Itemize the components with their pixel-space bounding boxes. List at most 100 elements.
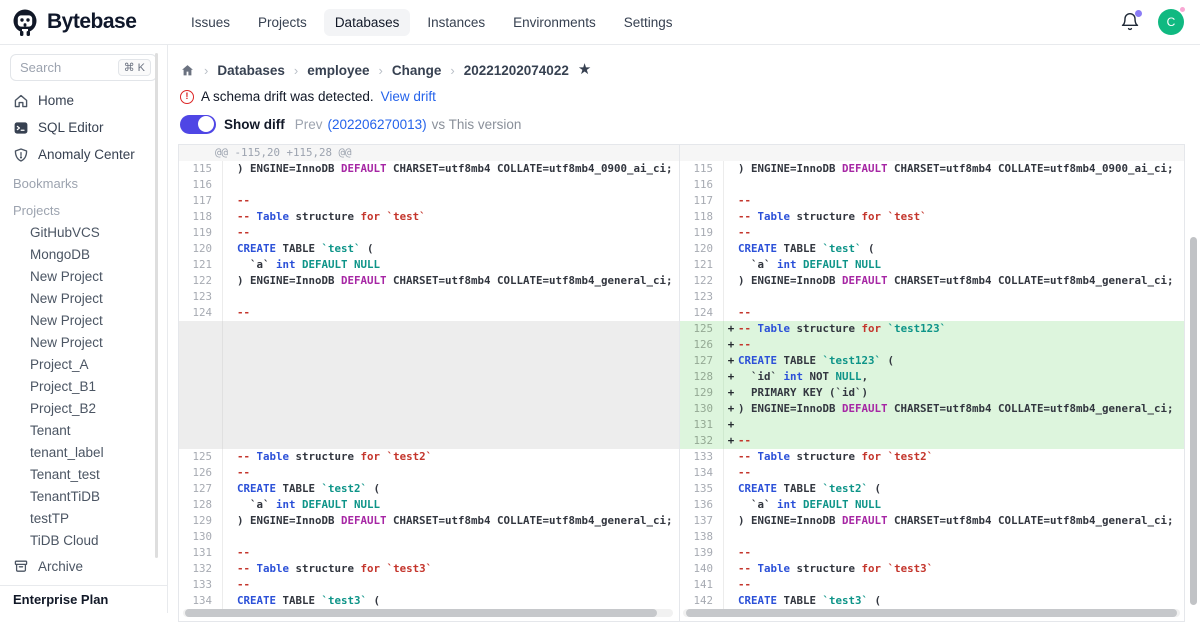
line-number: 117	[680, 193, 724, 209]
sidebar-project-item[interactable]: Tenant_test	[0, 464, 167, 486]
diff-line: 115) ENGINE=InnoDB DEFAULT CHARSET=utf8m…	[680, 161, 1184, 177]
sidebar-project-item[interactable]: New Project	[0, 310, 167, 332]
sidebar-project-item[interactable]: New Project	[0, 332, 167, 354]
diff-line: 116	[680, 177, 1184, 193]
breadcrumb-separator: ›	[450, 63, 454, 78]
schema-drift-alert: ! A schema drift was detected. View drif…	[180, 88, 1188, 105]
breadcrumb-separator: ›	[204, 63, 208, 78]
nav-item-issues[interactable]: Issues	[180, 9, 241, 36]
sidebar-project-item[interactable]: MongoDB	[0, 244, 167, 266]
line-number: 126	[179, 465, 223, 481]
diff-marker	[223, 561, 237, 577]
line-number: 115	[179, 161, 223, 177]
sidebar-item-home[interactable]: Home	[0, 87, 167, 114]
line-number	[179, 433, 223, 449]
diff-marker	[223, 481, 237, 497]
brand[interactable]: Bytebase	[0, 7, 168, 37]
diff-marker	[223, 305, 237, 321]
avatar[interactable]: C	[1158, 9, 1184, 35]
sidebar-project-item[interactable]: Tenant	[0, 420, 167, 442]
code-text: ) ENGINE=InnoDB DEFAULT CHARSET=utf8mb4 …	[237, 513, 673, 529]
sidebar-scrollbar[interactable]	[155, 53, 158, 558]
diff-line: 122) ENGINE=InnoDB DEFAULT CHARSET=utf8m…	[680, 273, 1184, 289]
sidebar-project-item[interactable]: Project_B1	[0, 376, 167, 398]
breadcrumb-item[interactable]: employee	[307, 63, 369, 78]
diff-line: 140-- Table structure for `test3`	[680, 561, 1184, 577]
diff-line: 130	[179, 529, 679, 545]
code-text: `a` int DEFAULT NULL	[237, 497, 380, 513]
sidebar-item-sql-editor[interactable]: SQL Editor	[0, 114, 167, 141]
breadcrumb-home-icon[interactable]	[180, 63, 195, 78]
diff-line: 125-- Table structure for `test2`	[179, 449, 679, 465]
line-number: 142	[680, 593, 724, 609]
diff-hunk-header: @@ -115,20 +115,28 @@	[179, 145, 679, 161]
code-text: -- Table structure for `test3`	[237, 561, 432, 577]
archive-icon	[13, 558, 29, 574]
sidebar-project-item[interactable]: tenant_label	[0, 442, 167, 464]
code-text: -- Table structure for `test2`	[738, 449, 933, 465]
breadcrumb-item[interactable]: Databases	[217, 63, 285, 78]
line-number	[179, 369, 223, 385]
diff-marker	[724, 497, 738, 513]
sidebar-project-item[interactable]: testTP	[0, 508, 167, 530]
sidebar-project-item[interactable]: Project_B2	[0, 398, 167, 420]
nav-item-environments[interactable]: Environments	[502, 9, 607, 36]
diff-marker	[724, 177, 738, 193]
diff-marker	[724, 561, 738, 577]
sidebar-item-anomaly-center[interactable]: Anomaly Center	[0, 141, 167, 168]
sidebar-item-archive[interactable]: Archive	[0, 551, 167, 581]
nav-item-projects[interactable]: Projects	[247, 9, 318, 36]
show-diff-toggle[interactable]	[180, 115, 216, 134]
favorite-star-icon[interactable]: ★	[578, 63, 591, 77]
line-number: 133	[680, 449, 724, 465]
breadcrumb-item[interactable]: Change	[392, 63, 442, 78]
code-text: ) ENGINE=InnoDB DEFAULT CHARSET=utf8mb4 …	[237, 161, 673, 177]
nav-item-settings[interactable]: Settings	[613, 9, 684, 36]
diff-line: 142CREATE TABLE `test3` (	[680, 593, 1184, 609]
code-text: --	[738, 337, 751, 353]
sidebar-project-item[interactable]: TiDB Cloud	[0, 530, 167, 551]
sidebar-project-item[interactable]: New Project	[0, 266, 167, 288]
diff-line: 120CREATE TABLE `test` (	[179, 241, 679, 257]
sidebar-project-item[interactable]: GitHubVCS	[0, 222, 167, 244]
diff-line	[179, 385, 679, 401]
line-number: 130	[680, 401, 724, 417]
notification-bell-icon[interactable]	[1120, 12, 1140, 32]
line-number: 141	[680, 577, 724, 593]
project-list: GitHubVCSMongoDBNew ProjectNew ProjectNe…	[0, 222, 167, 551]
diff-marker: +	[724, 337, 738, 353]
line-number: 138	[680, 529, 724, 545]
diff-line	[179, 337, 679, 353]
diff-line: 132+--	[680, 433, 1184, 449]
prev-version-link[interactable]: (202206270013)	[328, 117, 427, 132]
sidebar-project-item[interactable]: TenantTiDB	[0, 486, 167, 508]
diff-marker	[724, 529, 738, 545]
line-number: 139	[680, 545, 724, 561]
code-text: `a` int DEFAULT NULL	[237, 257, 380, 273]
diff-line: 138	[680, 529, 1184, 545]
code-text: CREATE TABLE `test123` (	[738, 353, 894, 369]
search-field[interactable]	[20, 60, 106, 75]
code-text: -- Table structure for `test3`	[738, 561, 933, 577]
brand-name: Bytebase	[47, 10, 136, 34]
diff-line	[179, 433, 679, 449]
line-number	[179, 385, 223, 401]
code-text: ) ENGINE=InnoDB DEFAULT CHARSET=utf8mb4 …	[738, 513, 1174, 529]
hscrollbar-right[interactable]	[686, 609, 1177, 617]
line-number: 120	[680, 241, 724, 257]
hscrollbar-left[interactable]	[185, 609, 657, 617]
search-input[interactable]: ⌘ K	[10, 54, 157, 81]
shield-icon	[13, 147, 29, 163]
diff-line: 115 ) ENGINE=InnoDB DEFAULT CHARSET=utf8m…	[179, 161, 679, 177]
line-number: 123	[680, 289, 724, 305]
line-number	[179, 401, 223, 417]
sidebar-project-item[interactable]: Project_A	[0, 354, 167, 376]
line-number: 122	[179, 273, 223, 289]
page-scrollbar[interactable]	[1190, 237, 1197, 605]
view-drift-link[interactable]: View drift	[381, 89, 436, 104]
line-number: 129	[179, 513, 223, 529]
nav-item-databases[interactable]: Databases	[324, 9, 411, 36]
sidebar-project-item[interactable]: New Project	[0, 288, 167, 310]
nav-item-instances[interactable]: Instances	[416, 9, 496, 36]
breadcrumb-item[interactable]: 20221202074022	[464, 63, 569, 78]
